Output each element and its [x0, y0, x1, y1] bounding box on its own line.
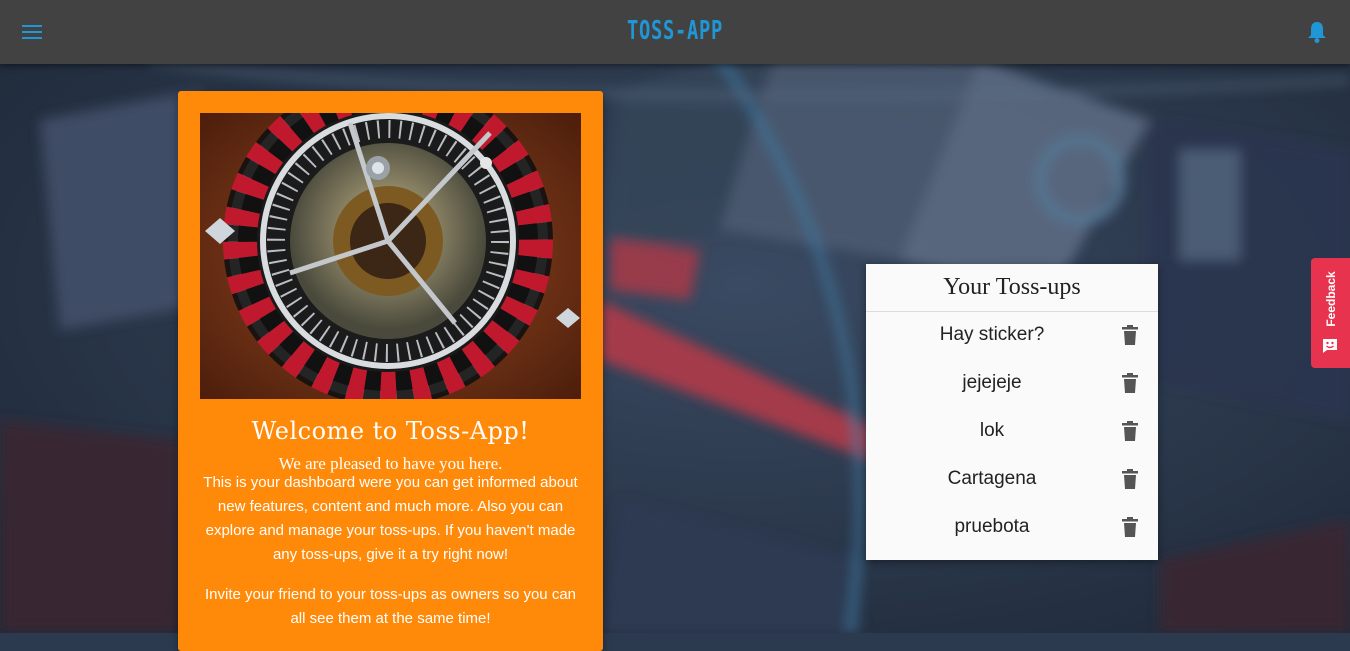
tossup-list-item[interactable]: pruebota: [866, 504, 1158, 552]
trash-icon[interactable]: [1120, 516, 1140, 538]
tossup-label[interactable]: pruebota: [866, 516, 1118, 538]
feedback-tab-button[interactable]: Feedback: [1311, 258, 1350, 368]
tossup-list-item[interactable]: lok: [866, 408, 1158, 456]
trash-icon[interactable]: [1120, 468, 1140, 490]
tossup-label[interactable]: Hay sticker?: [866, 324, 1118, 346]
welcome-invite-text: Invite your friend to your toss-ups as o…: [204, 586, 576, 627]
welcome-title: Welcome to Toss-App!: [251, 417, 530, 445]
tossup-list-item[interactable]: Hay sticker?: [866, 312, 1158, 360]
tossup-label[interactable]: Cartagena: [866, 468, 1118, 490]
tossup-label[interactable]: lok: [866, 420, 1118, 442]
app-brand-logo[interactable]: TOSS-APP: [189, 16, 1161, 46]
trash-icon[interactable]: [1120, 420, 1140, 442]
tossup-list-item[interactable]: jejejeje: [866, 360, 1158, 408]
welcome-description: This is your dashboard were you can get …: [203, 474, 578, 563]
tossups-title: Your Toss-ups: [866, 264, 1158, 312]
trash-icon[interactable]: [1120, 372, 1140, 394]
tossups-card: Your Toss-ups Hay sticker? jejejeje lok …: [866, 264, 1158, 560]
feedback-label: Feedback: [1324, 271, 1338, 327]
tossup-label[interactable]: jejejeje: [866, 372, 1118, 394]
trash-icon[interactable]: [1120, 324, 1140, 346]
tossup-list-item[interactable]: Cartagena: [866, 456, 1158, 504]
roulette-wheel-image: [200, 113, 581, 399]
menu-icon[interactable]: [20, 20, 44, 44]
bell-icon[interactable]: [1306, 20, 1328, 44]
welcome-card: Welcome to Toss-App! We are pleased to h…: [178, 91, 603, 651]
top-app-bar: TOSS-APP: [0, 0, 1350, 64]
smiley-icon: [1321, 338, 1339, 354]
